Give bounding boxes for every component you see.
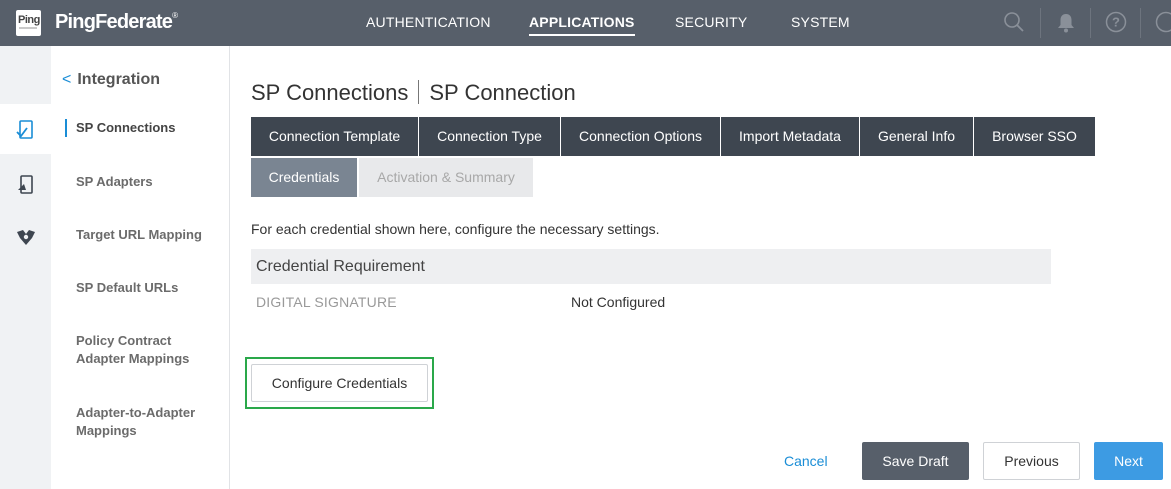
bell-icon[interactable] [1057,13,1075,38]
active-indicator [65,119,67,137]
user-icon[interactable] [1155,11,1171,38]
breadcrumb-parent[interactable]: SP Connections [251,80,408,105]
credentials-description: For each credential shown here, configur… [251,221,660,237]
sidebar-item-sp-adapters[interactable]: SP Adapters [76,173,226,191]
search-icon[interactable] [1003,11,1025,38]
tab-credentials[interactable]: Credentials [251,158,357,197]
save-draft-button[interactable]: Save Draft [862,442,969,480]
help-icon[interactable]: ? [1105,11,1127,38]
nav-authentication[interactable]: AUTHENTICATION [366,14,491,30]
brand-name: PingFederate® [55,11,178,33]
cancel-link[interactable]: Cancel [784,453,828,469]
back-to-integration[interactable]: < Integration [62,71,160,89]
credential-table-header: Credential Requirement [251,249,1051,284]
nav-system[interactable]: SYSTEM [791,14,850,30]
previous-button[interactable]: Previous [983,442,1080,480]
nav-security[interactable]: SECURITY [675,14,747,30]
rail-integration[interactable] [0,212,51,262]
tab-browser-sso[interactable]: Browser SSO [974,117,1095,156]
nav-applications[interactable]: APPLICATIONS [529,14,635,36]
tab-connection-template[interactable]: Connection Template [251,117,418,156]
rail-sp-adapters[interactable] [0,159,51,209]
top-bar: Ping PingFederate® AUTHENTICATION APPLIC… [0,0,1171,46]
sidebar-item-sp-connections[interactable]: SP Connections [76,119,226,137]
chevron-left-icon: < [62,71,72,88]
tab-connection-type[interactable]: Connection Type [419,117,560,156]
credential-row-label: DIGITAL SIGNATURE [256,294,397,310]
next-button[interactable]: Next [1094,442,1163,480]
tab-import-metadata[interactable]: Import Metadata [721,117,859,156]
tab-connection-options[interactable]: Connection Options [561,117,720,156]
sidebar-item-target-url-mapping[interactable]: Target URL Mapping [76,226,226,244]
tab-general-info[interactable]: General Info [860,117,973,156]
tab-activation-summary: Activation & Summary [359,158,533,197]
sidebar-item-adapter-to-adapter-mappings[interactable]: Adapter-to-Adapter Mappings [76,404,211,440]
icon-rail [0,46,51,489]
ping-logo: Ping [16,10,41,36]
breadcrumb-current: SP Connection [429,80,576,105]
configure-credentials-button[interactable]: Configure Credentials [251,364,428,402]
sidebar-item-sp-default-urls[interactable]: SP Default URLs [76,279,226,297]
sidebar: < Integration SP Connections SP Adapters … [51,46,230,489]
credential-row-status: Not Configured [571,294,666,310]
page-title: SP Connections SP Connection [251,80,576,106]
sidebar-item-policy-contract-adapter-mappings[interactable]: Policy Contract Adapter Mappings [76,332,211,368]
rail-sp-connections[interactable] [0,104,51,154]
svg-text:?: ? [1112,15,1120,30]
